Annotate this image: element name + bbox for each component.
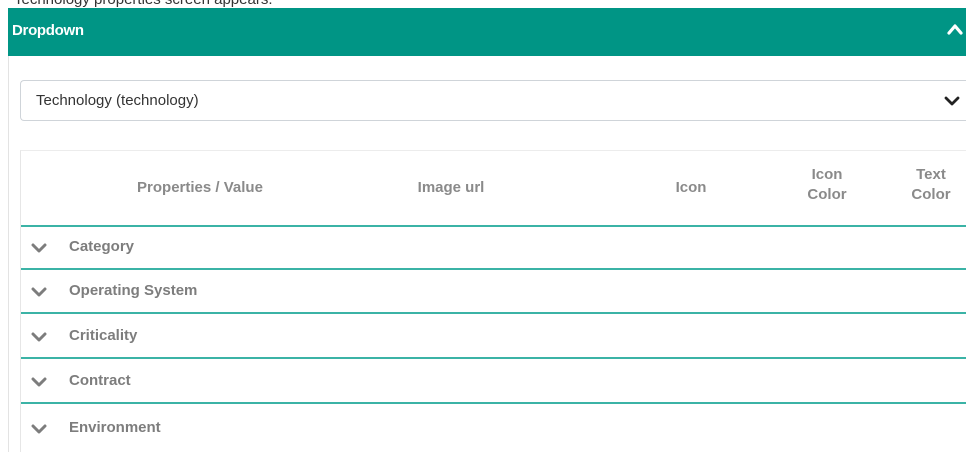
panel-title: Dropdown	[12, 22, 84, 39]
column-header-image-url: Image url	[417, 179, 485, 196]
properties-table: Properties / Value Image url Icon Icon C…	[20, 150, 966, 452]
select-value: Technology (technology)	[36, 92, 199, 109]
chevron-down-icon[interactable]	[944, 93, 960, 109]
column-header-properties: Properties / Value	[137, 179, 263, 196]
chevron-down-icon[interactable]	[31, 422, 47, 436]
chevron-down-icon[interactable]	[31, 241, 47, 255]
table-row-environment[interactable]: Environment	[21, 407, 966, 453]
row-label: Environment	[69, 419, 161, 436]
technology-select[interactable]: Technology (technology)	[20, 80, 966, 121]
row-label: Criticality	[69, 327, 138, 344]
column-header-icon-color: Icon Color	[797, 165, 857, 205]
icon-color-line2: Color	[807, 186, 847, 203]
table-row-contract[interactable]: Contract	[21, 360, 966, 404]
chevron-down-icon[interactable]	[31, 285, 47, 299]
dropdown-panel-header[interactable]: Dropdown	[8, 8, 966, 56]
icon-color-line1: Icon	[811, 166, 843, 183]
row-label: Contract	[69, 372, 131, 389]
chevron-down-icon[interactable]	[31, 330, 47, 344]
row-label: Category	[69, 238, 135, 255]
table-row-category[interactable]: Category	[21, 226, 966, 270]
chevron-up-icon[interactable]	[946, 21, 964, 39]
row-label: Operating System	[69, 282, 198, 299]
column-header-icon: Icon	[675, 179, 707, 196]
table-row-operating-system[interactable]: Operating System	[21, 270, 966, 314]
chevron-down-icon[interactable]	[31, 375, 47, 389]
table-header: Properties / Value Image url Icon Icon C…	[21, 151, 966, 227]
caption-text: Technology properties screen appears.	[14, 0, 273, 8]
text-color-line1: Text	[916, 166, 946, 183]
clipped-caption: Technology properties screen appears.	[0, 0, 966, 8]
text-color-line2: Color	[911, 186, 951, 203]
table-row-criticality[interactable]: Criticality	[21, 315, 966, 359]
column-header-text-color: Text Color	[901, 165, 961, 205]
